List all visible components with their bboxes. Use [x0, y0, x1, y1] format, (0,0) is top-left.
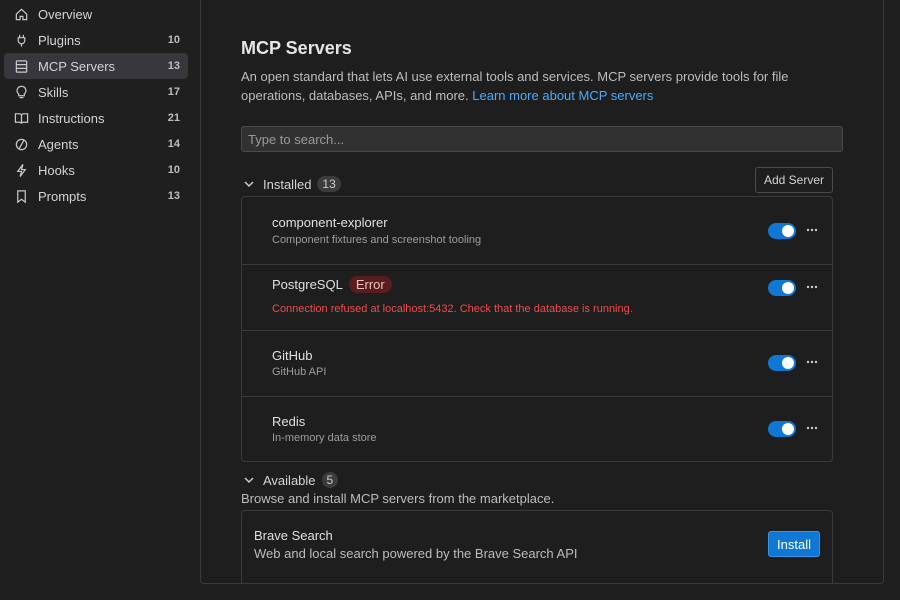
list-item: PostgreSQL Error Connection refused at l… [242, 264, 832, 330]
book-icon [4, 111, 38, 126]
bookmark-icon [4, 189, 38, 204]
sidebar-item-overview[interactable]: Overview [4, 1, 188, 27]
toggle-knob [782, 282, 794, 294]
mcp-servers-panel: MCP Servers An open standard that lets A… [200, 0, 884, 584]
sidebar-item-plugins[interactable]: Plugins 10 [4, 27, 188, 53]
plug-icon [4, 33, 38, 48]
sidebar-item-label: Hooks [38, 162, 75, 178]
sidebar: Overview Plugins 10 MCP Servers 13 Skill… [0, 0, 200, 600]
search-input[interactable] [241, 126, 843, 152]
toggle-knob [782, 225, 794, 237]
server-name: GitHub [272, 348, 313, 363]
sidebar-item-count: 17 [167, 86, 180, 98]
page-description: An open standard that lets AI use extern… [241, 67, 831, 105]
marketplace-server-name: Brave Search [254, 528, 333, 543]
enable-toggle[interactable] [768, 280, 796, 296]
section-label: Available [263, 472, 316, 488]
sidebar-item-mcp-servers[interactable]: MCP Servers 13 [4, 53, 188, 79]
sidebar-item-count: 10 [167, 34, 180, 46]
home-icon [4, 7, 38, 22]
sidebar-item-label: MCP Servers [38, 58, 116, 74]
available-count-badge: 5 [321, 472, 339, 488]
server-description: GitHub API [272, 366, 327, 378]
error-badge: Error [348, 276, 392, 293]
enable-toggle[interactable] [768, 223, 796, 239]
server-error-message: Connection refused at localhost:5432. Ch… [272, 303, 633, 315]
server-name: component-explorer [272, 215, 388, 230]
agent-icon [4, 137, 38, 152]
enable-toggle[interactable] [768, 421, 796, 437]
installed-server-list: component-explorer Component fixtures an… [241, 196, 833, 462]
sidebar-item-instructions[interactable]: Instructions 21 [4, 105, 188, 131]
installed-section-header[interactable]: Installed 13 [241, 176, 341, 192]
marketplace-server-description: Web and local search powered by the Brav… [254, 546, 578, 561]
server-description: Component fixtures and screenshot toolin… [272, 234, 482, 246]
list-item: GitHub GitHub API [242, 330, 832, 396]
available-section-header[interactable]: Available 5 [241, 472, 339, 488]
sidebar-item-count: 10 [167, 164, 180, 176]
lightning-icon [4, 163, 38, 178]
more-actions-icon[interactable] [804, 354, 820, 370]
more-actions-icon[interactable] [804, 279, 820, 295]
sidebar-item-agents[interactable]: Agents 14 [4, 131, 188, 157]
sidebar-item-label: Overview [38, 6, 93, 22]
sidebar-item-label: Prompts [38, 188, 87, 204]
sidebar-item-label: Instructions [38, 110, 105, 126]
installed-count-badge: 13 [317, 176, 341, 192]
list-item: Redis In-memory data store [242, 396, 832, 461]
page-title: MCP Servers [241, 38, 352, 58]
sidebar-item-count: 21 [167, 112, 180, 124]
server-name: PostgreSQL [272, 277, 343, 292]
app-window: Overview Plugins 10 MCP Servers 13 Skill… [0, 0, 900, 600]
panel-header: MCP Servers An open standard that lets A… [241, 38, 843, 105]
sidebar-item-count: 14 [167, 138, 180, 150]
more-actions-icon[interactable] [804, 222, 820, 238]
sidebar-item-label: Agents [38, 136, 79, 152]
available-description: Browse and install MCP servers from the … [241, 491, 555, 506]
chevron-down-icon [241, 472, 257, 488]
enable-toggle[interactable] [768, 355, 796, 371]
toggle-knob [782, 357, 794, 369]
chevron-down-icon [241, 176, 257, 192]
lightbulb-icon [4, 85, 38, 100]
sidebar-item-skills[interactable]: Skills 17 [4, 79, 188, 105]
more-actions-icon[interactable] [804, 420, 820, 436]
sidebar-item-count: 13 [167, 60, 180, 72]
sidebar-item-label: Plugins [38, 32, 81, 48]
server-icon [4, 59, 38, 74]
toggle-knob [782, 423, 794, 435]
server-name-container: PostgreSQL Error [272, 276, 392, 293]
sidebar-item-label: Skills [38, 84, 69, 100]
sidebar-item-hooks[interactable]: Hooks 10 [4, 157, 188, 183]
learn-more-link[interactable]: Learn more about MCP servers [472, 88, 653, 103]
server-description: In-memory data store [272, 432, 377, 444]
section-label: Installed [263, 176, 312, 192]
marketplace-item: Brave Search Web and local search powere… [241, 510, 833, 583]
server-name: Redis [272, 414, 306, 429]
sidebar-item-count: 13 [167, 190, 180, 202]
add-server-button[interactable]: Add Server [755, 167, 833, 193]
install-button[interactable]: Install [768, 531, 820, 557]
list-item: component-explorer Component fixtures an… [242, 197, 832, 264]
sidebar-item-prompts[interactable]: Prompts 13 [4, 183, 188, 209]
